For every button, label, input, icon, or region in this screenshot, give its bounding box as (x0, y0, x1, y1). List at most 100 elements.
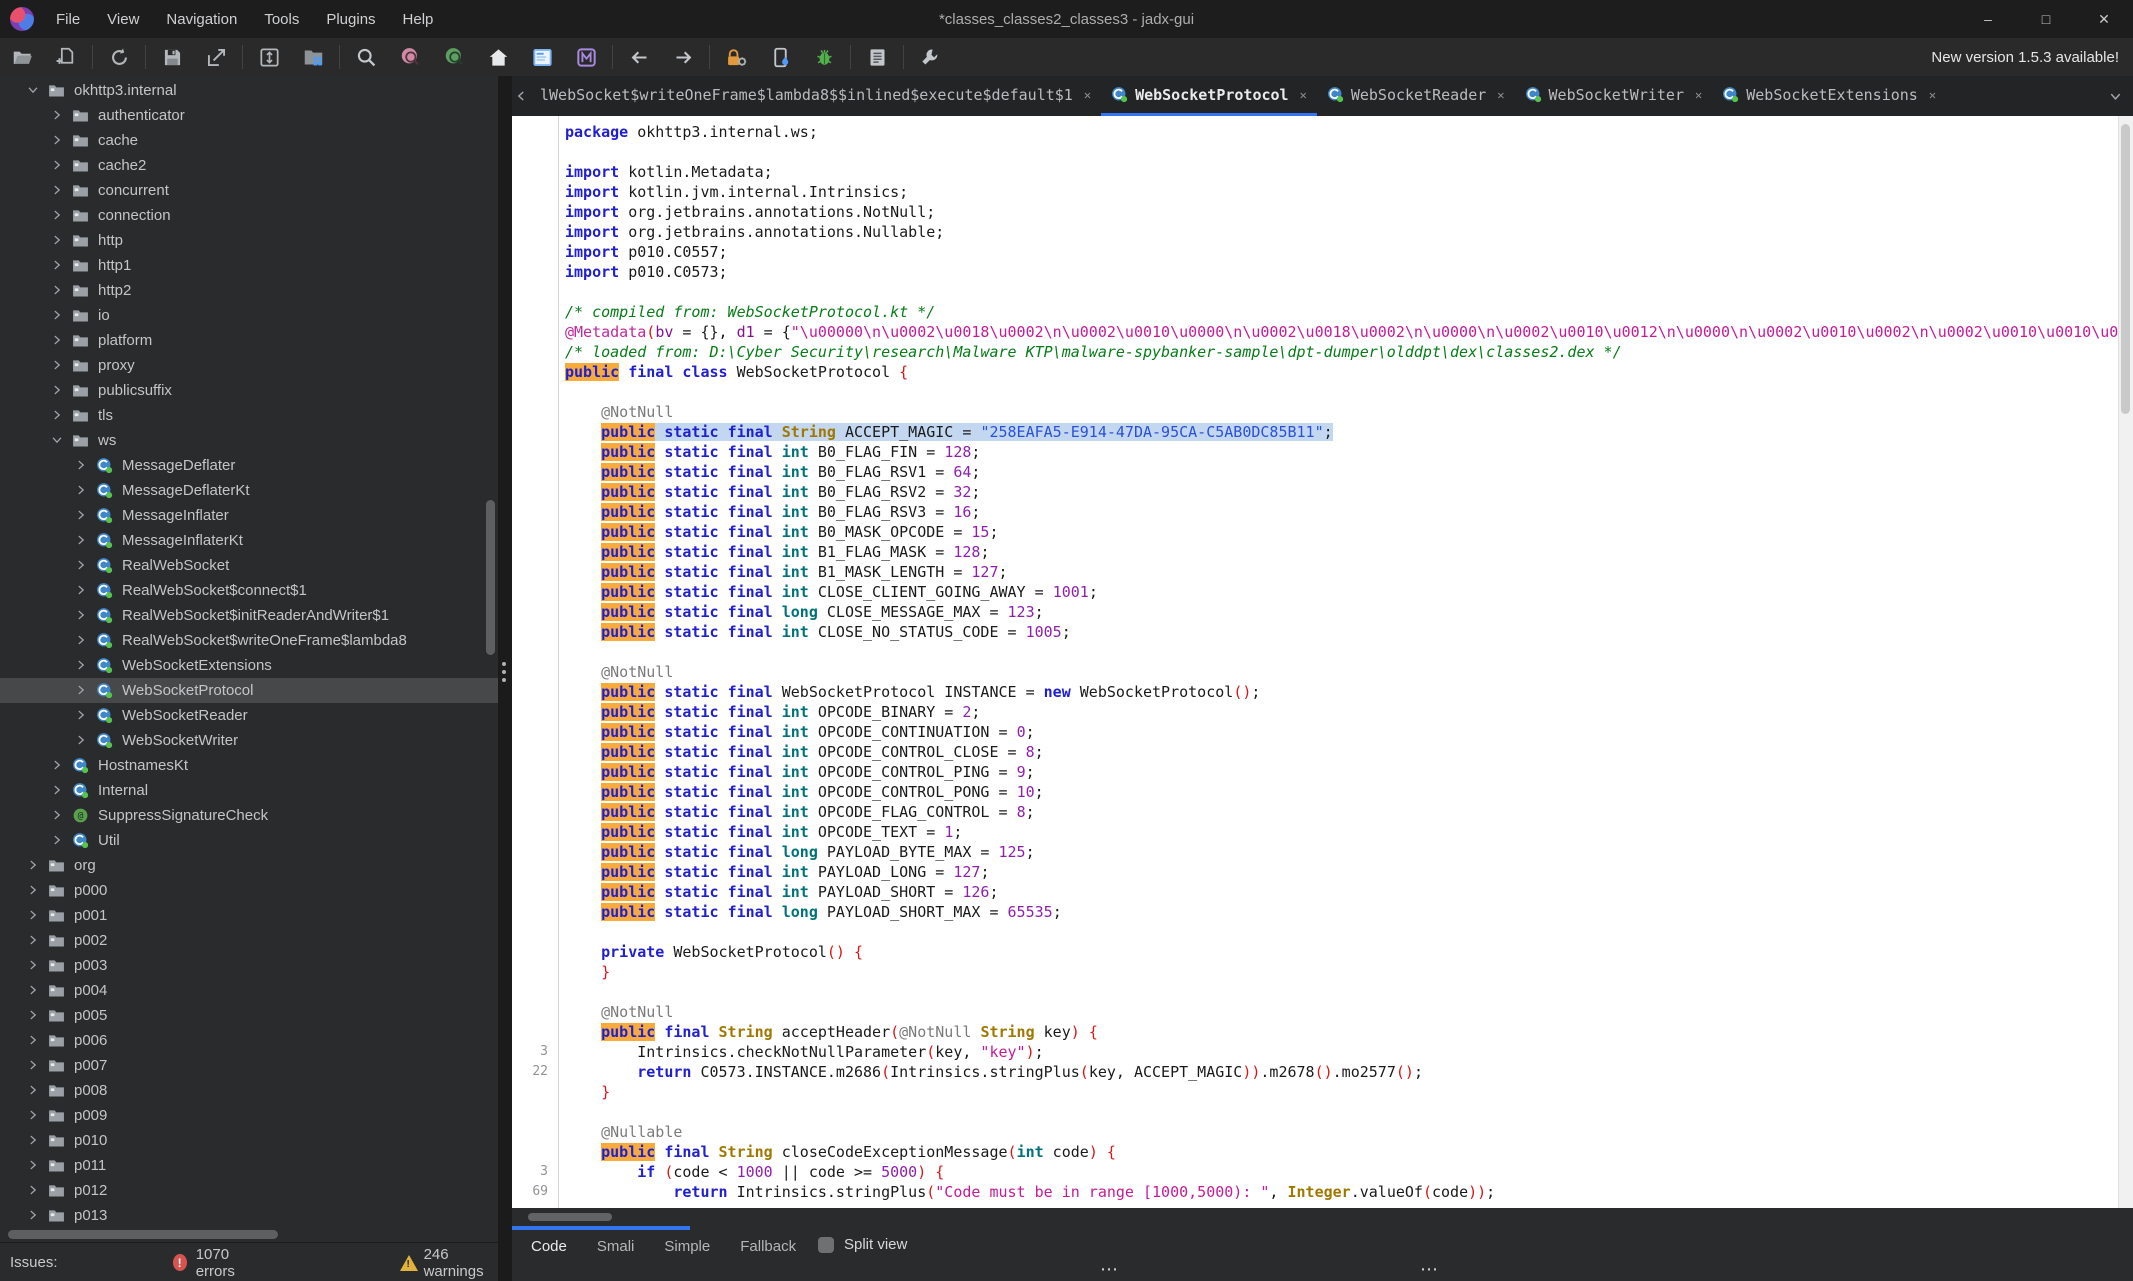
tree-item[interactable]: tls (0, 403, 498, 428)
chevron-right-icon[interactable] (50, 758, 65, 773)
tree-item[interactable]: concurrent (0, 178, 498, 203)
tree-item[interactable]: WebSocketExtensions (0, 653, 498, 678)
add-files-icon[interactable] (51, 43, 81, 71)
open-file-icon[interactable] (7, 43, 37, 71)
open-editor-icon[interactable] (527, 43, 557, 71)
tree-item[interactable]: p007 (0, 1053, 498, 1078)
chevron-right-icon[interactable] (74, 508, 89, 523)
chevron-right-icon[interactable] (50, 833, 65, 848)
tree-item[interactable]: p005 (0, 1003, 498, 1028)
tree-item[interactable]: p001 (0, 903, 498, 928)
view-tab-fallback[interactable]: Fallback (725, 1238, 811, 1255)
chevron-right-icon[interactable] (50, 408, 65, 423)
drag-handle-icon[interactable]: ⋯ (1420, 1259, 1438, 1280)
chevron-right-icon[interactable] (50, 183, 65, 198)
warnings-status[interactable]: ! 246 warnings (399, 1246, 498, 1280)
tree-item[interactable]: MessageDeflater (0, 453, 498, 478)
chevron-right-icon[interactable] (50, 258, 65, 273)
panel-splitter[interactable] (498, 76, 512, 1281)
chevron-right-icon[interactable] (50, 208, 65, 223)
tree-item[interactable]: @ SuppressSignatureCheck (0, 803, 498, 828)
tree-item[interactable]: p009 (0, 1103, 498, 1128)
menu-plugins[interactable]: Plugins (326, 11, 375, 28)
tree-item[interactable]: RealWebSocket (0, 553, 498, 578)
chevron-right-icon[interactable] (26, 1183, 41, 1198)
tree-item[interactable]: cache (0, 128, 498, 153)
tab-websocketreader[interactable]: WebSocketReader ✕ (1317, 76, 1515, 116)
chevron-right-icon[interactable] (26, 858, 41, 873)
menu-help[interactable]: Help (403, 11, 434, 28)
tree-item[interactable]: http1 (0, 253, 498, 278)
metadata-icon[interactable] (571, 43, 601, 71)
tree-item[interactable]: ws (0, 428, 498, 453)
log-viewer-icon[interactable] (862, 43, 892, 71)
text-search-icon[interactable] (351, 43, 381, 71)
chevron-right-icon[interactable] (26, 908, 41, 923)
tree-item[interactable]: authenticator (0, 103, 498, 128)
chevron-right-icon[interactable] (50, 283, 65, 298)
save-all-icon[interactable] (157, 43, 187, 71)
tree-item[interactable]: p008 (0, 1078, 498, 1103)
chevron-right-icon[interactable] (74, 483, 89, 498)
editor-vertical-scrollbar-thumb[interactable] (2121, 124, 2130, 414)
chevron-right-icon[interactable] (26, 933, 41, 948)
update-notice[interactable]: New version 1.5.3 available! (1931, 49, 2119, 66)
chevron-right-icon[interactable] (74, 458, 89, 473)
tree-item[interactable]: RealWebSocket$initReaderAndWriter$1 (0, 603, 498, 628)
close-icon[interactable]: ✕ (1300, 88, 1307, 102)
chevron-right-icon[interactable] (50, 233, 65, 248)
chevron-right-icon[interactable] (26, 1208, 41, 1223)
tree-item[interactable]: RealWebSocket$connect$1 (0, 578, 498, 603)
chevron-right-icon[interactable] (50, 158, 65, 173)
chevron-right-icon[interactable] (74, 558, 89, 573)
main-activity-icon[interactable] (483, 43, 513, 71)
tree-horizontal-scrollbar[interactable] (8, 1230, 278, 1239)
view-tab-code[interactable]: Code (516, 1238, 582, 1255)
tree-item[interactable]: connection (0, 203, 498, 228)
forward-icon[interactable] (668, 43, 698, 71)
chevron-right-icon[interactable] (26, 983, 41, 998)
menu-view[interactable]: View (107, 11, 139, 28)
tree-item[interactable]: platform (0, 328, 498, 353)
view-tab-smali[interactable]: Smali (582, 1238, 650, 1255)
tree-item[interactable]: http2 (0, 278, 498, 303)
tree-item[interactable]: p003 (0, 953, 498, 978)
chevron-right-icon[interactable] (50, 783, 65, 798)
comment-search-icon[interactable] (439, 43, 469, 71)
chevron-down-icon[interactable] (50, 433, 65, 448)
chevron-right-icon[interactable] (26, 1058, 41, 1073)
chevron-right-icon[interactable] (26, 1008, 41, 1023)
chevron-right-icon[interactable] (74, 658, 89, 673)
chevron-right-icon[interactable] (26, 1108, 41, 1123)
chevron-right-icon[interactable] (50, 308, 65, 323)
tree-item[interactable]: p012 (0, 1178, 498, 1203)
tab-websocketwriter[interactable]: WebSocketWriter ✕ (1515, 76, 1713, 116)
chevron-right-icon[interactable] (26, 883, 41, 898)
tree-item[interactable]: p000 (0, 878, 498, 903)
chevron-right-icon[interactable] (74, 733, 89, 748)
chevron-right-icon[interactable] (26, 1158, 41, 1173)
debugger-icon[interactable] (809, 43, 839, 71)
settings-icon[interactable] (915, 43, 945, 71)
tree-item[interactable]: p002 (0, 928, 498, 953)
tree-item[interactable]: okhttp3.internal (0, 78, 498, 103)
tab-websocketextensions[interactable]: WebSocketExtensions ✕ (1712, 76, 1946, 116)
close-icon[interactable]: ✕ (1929, 88, 1936, 102)
close-icon[interactable]: ✕ (1084, 88, 1091, 102)
device-debug-icon[interactable] (765, 43, 795, 71)
menu-navigation[interactable]: Navigation (166, 11, 237, 28)
tree-item[interactable]: p011 (0, 1153, 498, 1178)
tree-item[interactable]: proxy (0, 353, 498, 378)
view-tab-simple[interactable]: Simple (649, 1238, 725, 1255)
chevron-right-icon[interactable] (50, 133, 65, 148)
tree-item[interactable]: Util (0, 828, 498, 853)
deobfuscation-icon[interactable] (721, 43, 751, 71)
menu-file[interactable]: File (56, 11, 80, 28)
tree-item[interactable]: p006 (0, 1028, 498, 1053)
editor-horizontal-scrollbar[interactable] (512, 1208, 2133, 1226)
tree-item[interactable]: Internal (0, 778, 498, 803)
class-search-icon[interactable] (395, 43, 425, 71)
chevron-right-icon[interactable] (74, 633, 89, 648)
tree-item[interactable]: HostnamesKt (0, 753, 498, 778)
tree-item[interactable]: MessageInflater (0, 503, 498, 528)
